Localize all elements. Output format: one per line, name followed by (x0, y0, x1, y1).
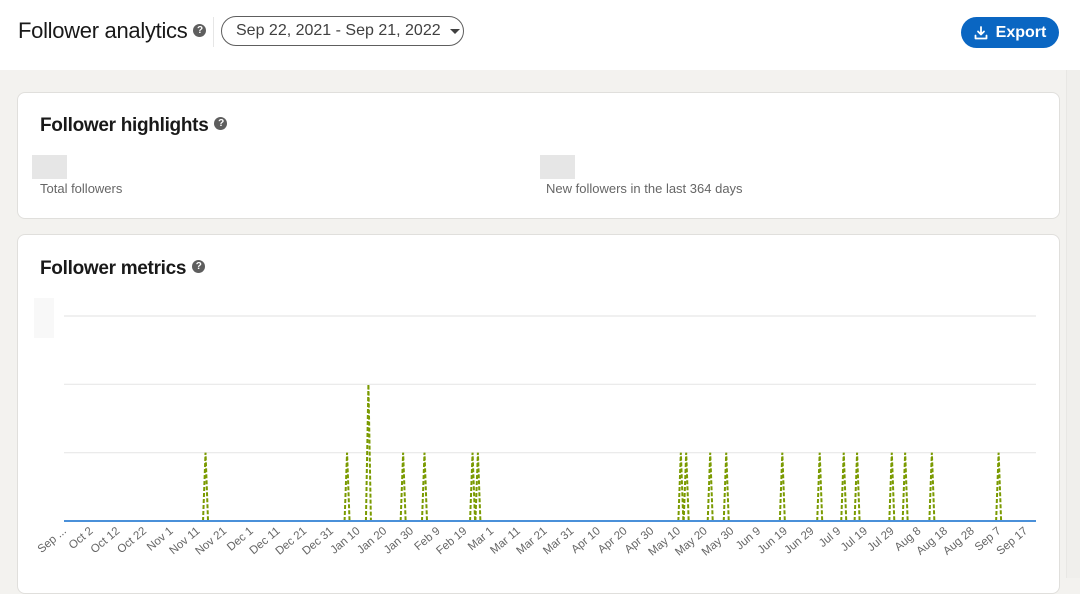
spike-point-may-22[interactable] (706, 452, 714, 522)
x-tick-label: Aug 28 (941, 525, 977, 558)
spike-point-jul-29[interactable] (888, 452, 896, 522)
x-tick-label: Oct 22 (115, 525, 149, 556)
x-tick-label: Dec 31 (300, 525, 336, 558)
scrollbar[interactable] (1066, 70, 1080, 578)
spike-point-jul-2[interactable] (816, 452, 824, 522)
x-tick-label: Jun 29 (782, 525, 816, 556)
x-tick-label: Jun 19 (756, 525, 790, 556)
x-tick-label: Mar 31 (541, 525, 576, 557)
x-tick-label: Apr 20 (596, 525, 630, 556)
spike-point-jan-27[interactable] (399, 452, 407, 522)
x-tick-label: Nov 21 (194, 525, 230, 558)
spike-point-nov-14[interactable] (202, 452, 210, 522)
spike-point-jun-18[interactable] (778, 452, 786, 522)
spike-point-feb-4[interactable] (420, 452, 428, 522)
x-tick-label: Apr 10 (569, 525, 603, 556)
spike-point-sep-7[interactable] (995, 452, 1003, 522)
x-tick-label: Jan 10 (328, 525, 362, 556)
spike-point-jul-11[interactable] (840, 452, 848, 522)
x-tick-label: Jul 19 (839, 525, 870, 554)
spike-point-feb-22[interactable] (469, 452, 477, 522)
follower-metrics-chart: Sep ...Oct 2Oct 12Oct 22Nov 1Nov 11Nov 2… (34, 298, 1036, 559)
x-tick-label: Jan 30 (382, 525, 416, 556)
spike-point-aug-3[interactable] (901, 452, 909, 522)
spike-point-jul-16[interactable] (853, 452, 861, 522)
x-tick-label: Sep 17 (995, 525, 1031, 558)
x-tick-label: Jul 29 (866, 525, 897, 554)
y-axis-label-placeholder (34, 298, 54, 338)
spike-point-feb-24[interactable] (474, 452, 482, 522)
x-tick-label: Sep ... (36, 525, 69, 556)
spike-point-jan-6[interactable] (343, 452, 351, 522)
spike-point-may-13[interactable] (682, 452, 690, 522)
x-tick-label: Oct 12 (89, 525, 123, 556)
x-tick-label: Jan 20 (355, 525, 389, 556)
spike-point-aug-13[interactable] (928, 452, 936, 522)
x-tick-label: Feb 19 (434, 525, 469, 557)
spike-point-may-28[interactable] (722, 452, 730, 522)
spike-point-may-11[interactable] (677, 452, 685, 522)
